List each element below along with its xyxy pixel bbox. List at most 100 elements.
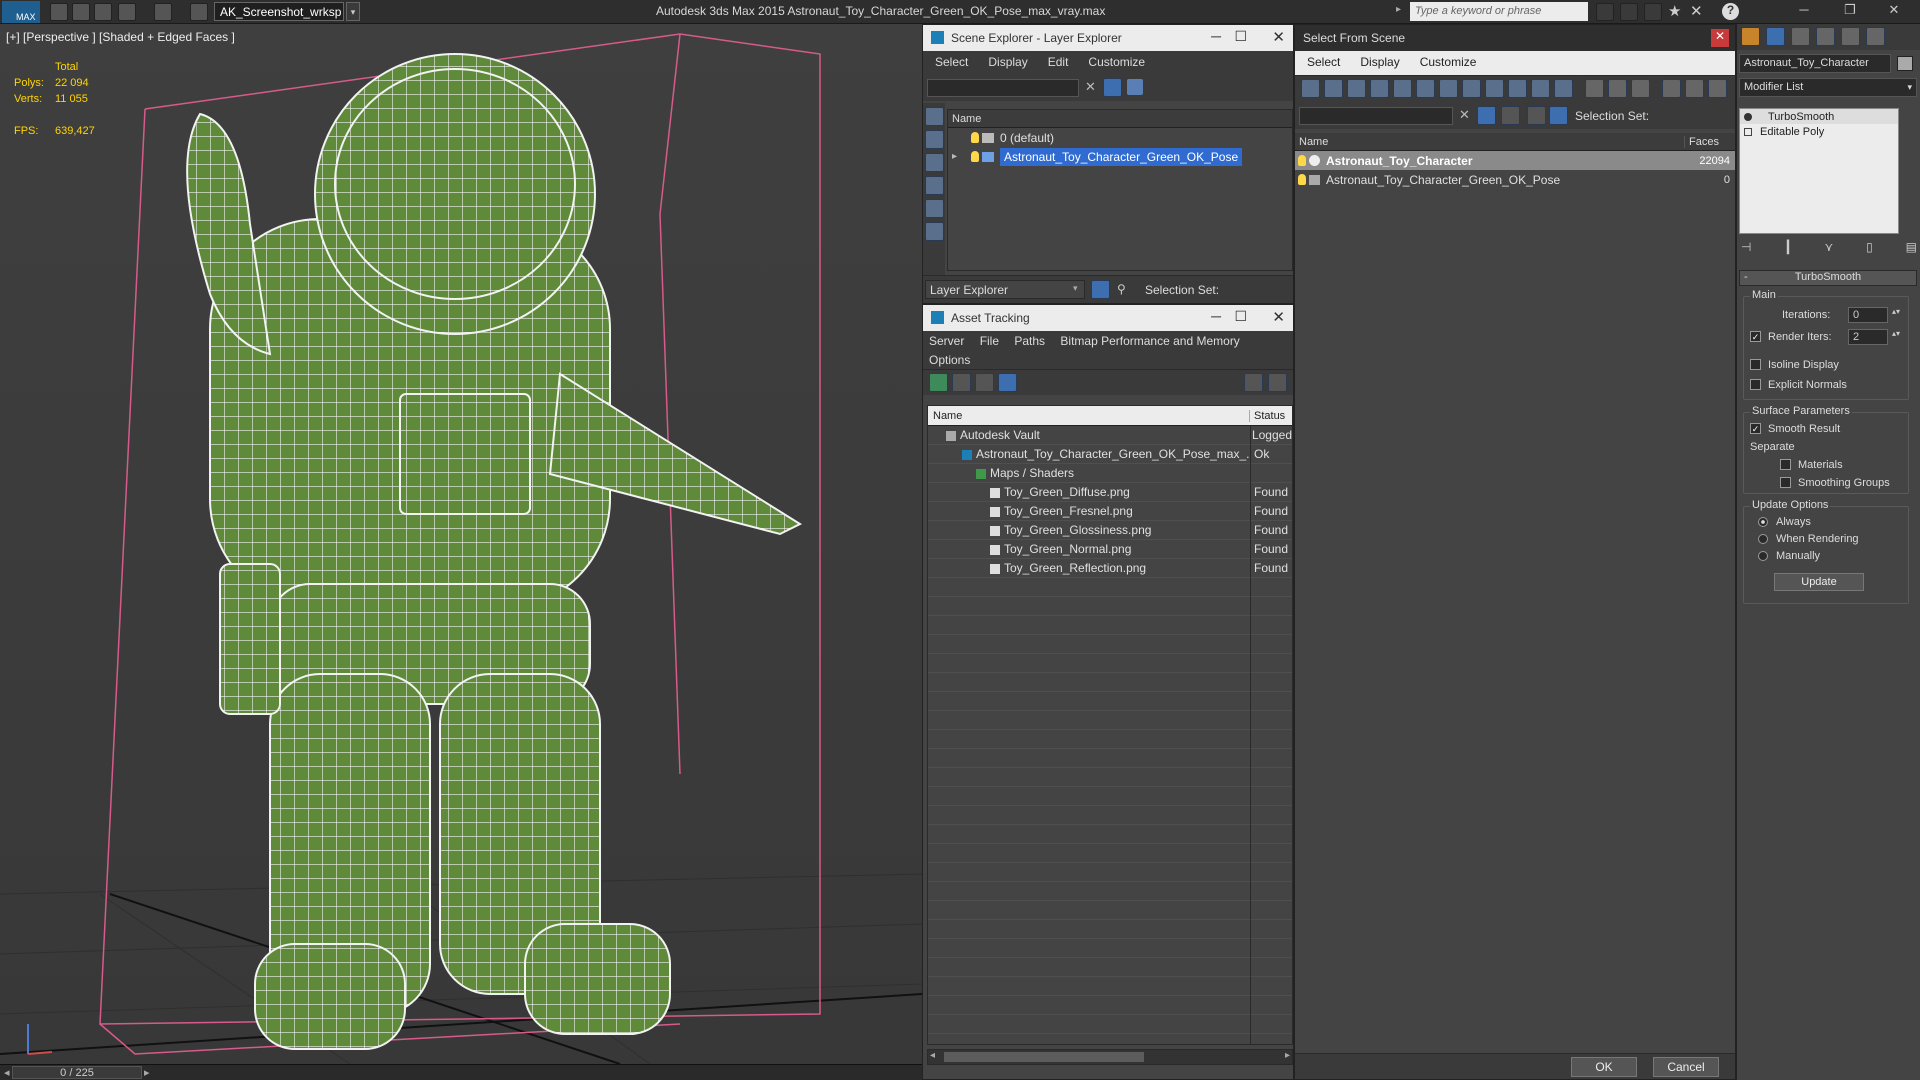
layer-visibility-icon[interactable] [971, 132, 979, 143]
filter-icon[interactable] [1477, 106, 1496, 125]
search-input[interactable]: Type a keyword or phrase [1410, 2, 1588, 21]
none-filter-icon[interactable] [1608, 79, 1627, 98]
object-row[interactable]: Astronaut_Toy_Character_Green_OK_Pose 0 [1295, 170, 1735, 189]
menu-select[interactable]: Select [1307, 55, 1340, 71]
spacewarps-filter-icon[interactable] [1416, 79, 1435, 98]
display-spacewarps-icon[interactable] [925, 222, 944, 241]
manually-radio[interactable] [1758, 551, 1768, 561]
utilities-tab-icon[interactable] [1866, 27, 1885, 46]
perspective-viewport[interactable]: [+] [Perspective ] [Shaded + Edged Faces… [0, 24, 922, 1064]
object-list-header[interactable]: Name Faces [1295, 133, 1735, 151]
scene-explorer-title-bar[interactable]: Scene Explorer - Layer Explorer ─ ☐ ✕ [923, 25, 1293, 51]
stack-item-turbosmooth[interactable]: TurboSmooth [1740, 109, 1898, 124]
bones-filter-icon[interactable] [1485, 79, 1504, 98]
settings-icon[interactable] [1268, 373, 1287, 392]
spinner-arrows-icon[interactable]: ▴▾ [1892, 329, 1900, 338]
open-file-icon[interactable] [72, 3, 90, 21]
list-view-icon[interactable] [952, 373, 971, 392]
close-icon[interactable]: ✕ [1711, 29, 1729, 47]
menu-display[interactable]: Display [1360, 55, 1399, 71]
bulb-icon[interactable] [1744, 112, 1752, 121]
find-input[interactable] [1299, 107, 1453, 125]
explicit-normals-checkbox[interactable] [1750, 379, 1761, 390]
make-unique-icon[interactable]: ⋎ [1824, 240, 1833, 260]
minimize-icon[interactable]: ─ [1211, 28, 1221, 44]
help-icon[interactable] [1244, 373, 1263, 392]
infocenter-arrow[interactable]: ▸ [1396, 4, 1401, 15]
show-end-result-icon[interactable]: ┃ [1784, 240, 1791, 260]
object-color-swatch[interactable] [1897, 56, 1913, 71]
hidden-filter-icon[interactable] [1554, 79, 1573, 98]
dropdown-arrow-icon[interactable]: ▾ [1073, 283, 1078, 294]
display-shapes-icon[interactable] [925, 130, 944, 149]
materials-checkbox[interactable] [1780, 459, 1791, 470]
menu-edit[interactable]: Edit [1048, 55, 1069, 71]
scroll-left-icon[interactable]: ◂ [930, 1050, 935, 1061]
key-icon[interactable] [1620, 3, 1638, 21]
app-logo[interactable]: MAX [2, 1, 40, 23]
invert-filter-icon[interactable] [1631, 79, 1650, 98]
asset-row[interactable]: Toy_Green_Reflection.png Found [928, 559, 1292, 578]
render-iters-checkbox[interactable]: ✓ [1750, 331, 1761, 342]
asset-table-header[interactable]: Name Status [928, 406, 1292, 426]
asset-row[interactable]: Astronaut_Toy_Character_Green_OK_Pose_ma… [928, 445, 1292, 464]
menu-display[interactable]: Display [988, 55, 1027, 71]
menu-server[interactable]: Server [929, 334, 964, 348]
find-input[interactable] [927, 79, 1079, 97]
render-iters-spinner[interactable]: 2 [1848, 329, 1888, 345]
timeline-next-arrow[interactable]: ▸ [144, 1066, 150, 1079]
spinner-arrows-icon[interactable]: ▴▾ [1892, 307, 1900, 316]
hierarchy-sort-icon[interactable] [1549, 106, 1568, 125]
stack-item-editable-poly[interactable]: Editable Poly [1740, 124, 1898, 139]
minimize-icon[interactable]: ─ [1211, 308, 1221, 324]
menu-options[interactable]: Options [929, 353, 1287, 367]
object-name-field[interactable]: Astronaut_Toy_Character [1739, 54, 1891, 73]
when-rendering-radio[interactable] [1758, 534, 1768, 544]
viewport-label[interactable]: [+] [Perspective ] [Shaded + Edged Faces… [6, 30, 235, 44]
refresh-icon[interactable] [929, 373, 948, 392]
close-icon[interactable]: ✕ [1272, 28, 1285, 46]
help-icon[interactable]: ? [1722, 3, 1739, 20]
maximize-icon[interactable]: ☐ [1234, 308, 1247, 325]
asset-row[interactable]: Toy_Green_Glossiness.png Found [928, 521, 1292, 540]
configure-modifier-sets-icon[interactable]: ▤ [1906, 240, 1917, 260]
remove-modifier-icon[interactable]: ▯ [1866, 240, 1873, 260]
layer-row[interactable]: ▸ Astronaut_Toy_Character_Green_OK_Pose [948, 147, 1292, 166]
hierarchy-icon[interactable]: ⚲ [1117, 282, 1126, 296]
helpers-filter-icon[interactable] [1393, 79, 1412, 98]
asset-row[interactable]: Toy_Green_Fresnel.png Found [928, 502, 1292, 521]
update-button[interactable]: Update [1774, 573, 1864, 591]
motion-tab-icon[interactable] [1816, 27, 1835, 46]
menu-file[interactable]: File [980, 334, 999, 348]
display-helpers-icon[interactable] [925, 199, 944, 218]
menu-customize[interactable]: Customize [1420, 55, 1477, 71]
modify-tab-icon[interactable] [1766, 27, 1785, 46]
asset-row[interactable]: Toy_Green_Diffuse.png Found [928, 483, 1292, 502]
undo-icon[interactable] [118, 3, 136, 21]
layers-icon[interactable] [1501, 106, 1520, 125]
close-button[interactable]: ✕ [1880, 2, 1908, 22]
hierarchy-tab-icon[interactable] [1791, 27, 1810, 46]
sort-by-layers-icon[interactable] [1091, 280, 1110, 299]
visibility-icon[interactable] [1298, 174, 1306, 185]
explorer-type-dropdown[interactable]: Layer Explorer [925, 280, 1085, 299]
ok-button[interactable]: OK [1571, 1057, 1637, 1077]
asset-row[interactable]: Toy_Green_Normal.png Found [928, 540, 1292, 559]
asset-row[interactable]: Maps / Shaders [928, 464, 1292, 483]
redo-icon[interactable] [154, 3, 172, 21]
geometry-filter-icon[interactable] [1301, 79, 1320, 98]
funnel-icon[interactable] [1662, 79, 1681, 98]
frozen-filter-icon[interactable] [1531, 79, 1550, 98]
binoculars-icon[interactable] [1596, 3, 1614, 21]
smoothing-groups-checkbox[interactable] [1780, 477, 1791, 488]
close-icon[interactable]: ✕ [1272, 308, 1285, 326]
cameras-filter-icon[interactable] [1370, 79, 1389, 98]
expand-arrow-icon[interactable]: ▸ [952, 151, 968, 162]
clear-search-icon[interactable]: ✕ [1459, 107, 1470, 123]
maximize-icon[interactable]: ☐ [1234, 28, 1247, 45]
scrollbar-thumb[interactable] [944, 1052, 1144, 1062]
smooth-result-checkbox[interactable]: ✓ [1750, 423, 1761, 434]
close-x-icon[interactable]: ✕ [1690, 2, 1703, 20]
display-geometry-icon[interactable] [925, 107, 944, 126]
visibility-icon[interactable] [1298, 155, 1306, 166]
